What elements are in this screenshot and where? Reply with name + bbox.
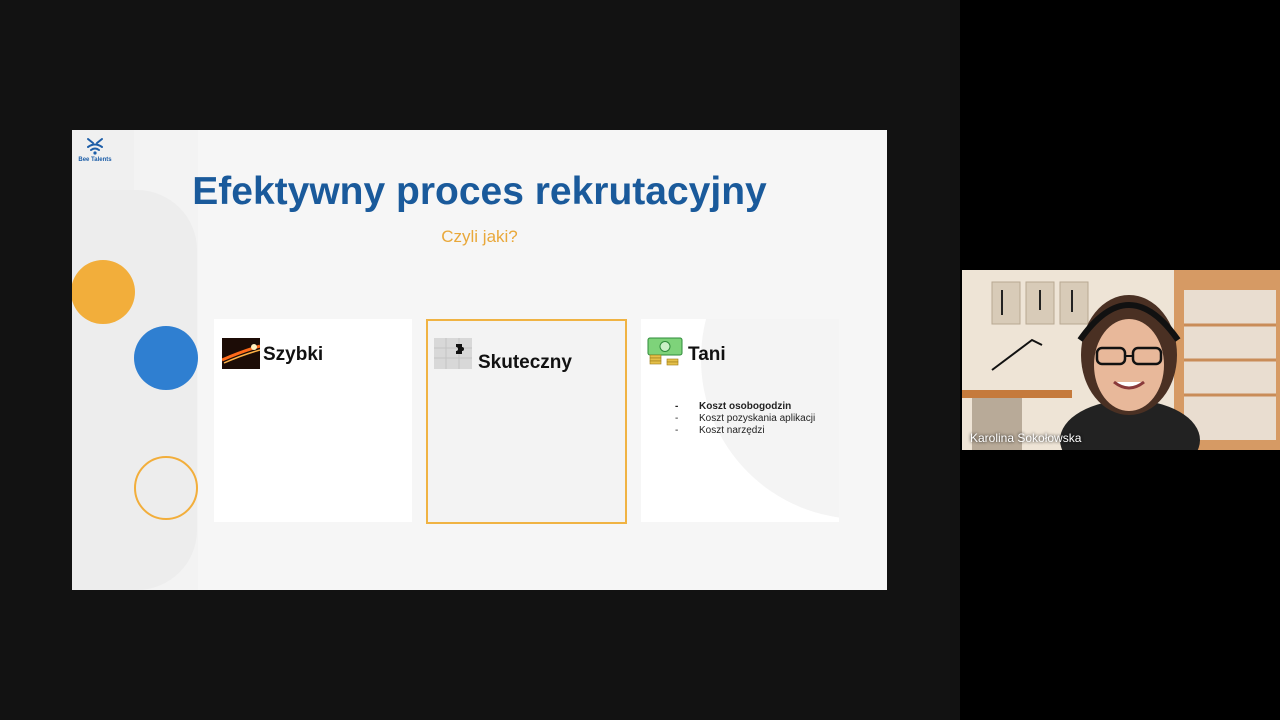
bee-icon bbox=[87, 138, 103, 155]
decor-circle-blue bbox=[134, 326, 198, 390]
money-image bbox=[647, 336, 685, 367]
decor-arc bbox=[72, 190, 197, 590]
slide-title: Efektywny proces rekrutacyjny bbox=[192, 170, 767, 213]
participant-name: Karolina Sokołowska bbox=[970, 431, 1082, 445]
decor-circle-outline bbox=[134, 456, 198, 520]
card-skuteczny: Skuteczny bbox=[426, 319, 627, 524]
cost-list: - Koszt osobogodzin - Koszt pozyskania apl… bbox=[675, 401, 815, 437]
card-tani: Tani - Koszt osobogodzin - Koszt pozyskani… bbox=[641, 319, 839, 522]
logo-text: Bee Talents bbox=[78, 157, 112, 163]
bee-talents-logo: Bee Talents bbox=[78, 136, 112, 163]
slide-subtitle: Czyli jaki? bbox=[441, 227, 518, 246]
card-szybki: Szybki bbox=[214, 319, 412, 522]
list-item: - Koszt osobogodzin bbox=[675, 401, 792, 412]
puzzle-image bbox=[434, 338, 472, 369]
shared-screen-area: Bee Talents Efektywny proces rekrutacyjn… bbox=[0, 0, 960, 720]
participant-video-tile[interactable]: Karolina Sokołowska bbox=[962, 270, 1280, 450]
rocket-image bbox=[222, 338, 260, 369]
list-item: - Koszt narzędzi bbox=[675, 425, 765, 436]
list-item: - Koszt pozyskania aplikacji bbox=[675, 413, 816, 424]
card-heading: Szybki bbox=[263, 344, 324, 365]
webcam-feed-image bbox=[962, 270, 1280, 450]
card-heading: Skuteczny bbox=[478, 352, 572, 373]
card-heading: Tani bbox=[688, 344, 726, 365]
decor-circle-yellow bbox=[72, 260, 135, 324]
presentation-slide: Bee Talents Efektywny proces rekrutacyjn… bbox=[72, 130, 887, 590]
